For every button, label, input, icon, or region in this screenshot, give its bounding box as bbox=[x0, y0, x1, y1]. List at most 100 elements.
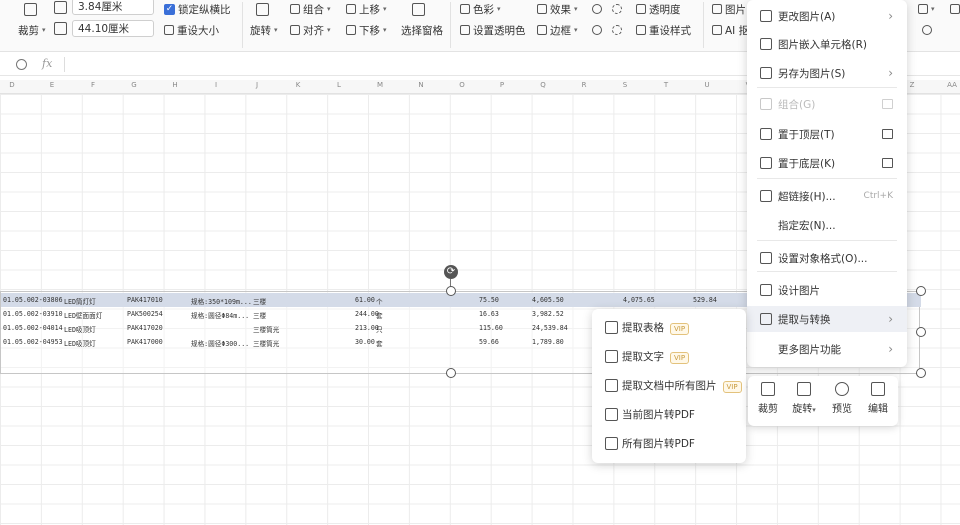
chevron-down-icon: ▾ bbox=[327, 26, 331, 34]
picture-button[interactable]: 图片 bbox=[712, 0, 746, 18]
current-image-to-pdf-icon bbox=[605, 408, 618, 421]
width-field[interactable]: 44.10厘米 bbox=[72, 20, 154, 37]
bring-to-front-icon bbox=[760, 128, 772, 140]
column-header-q[interactable]: Q bbox=[523, 81, 563, 89]
column-header-p[interactable]: P bbox=[482, 81, 522, 89]
rotate-button[interactable]: 旋转 ▾ bbox=[250, 21, 278, 39]
column-header-k[interactable]: K bbox=[278, 81, 318, 89]
menu-item-embed-in-cell[interactable]: 图片嵌入单元格(R) bbox=[747, 31, 907, 57]
contrast-button[interactable] bbox=[612, 0, 622, 18]
reset-style-button[interactable]: 重设样式 bbox=[636, 21, 691, 39]
column-header-d[interactable]: D bbox=[0, 81, 32, 89]
pen-button[interactable]: ▾ bbox=[918, 0, 935, 18]
menu-item-menu[interactable]: 指定宏(N)... bbox=[747, 212, 907, 238]
column-header-i[interactable]: I bbox=[196, 81, 236, 89]
set-transparent-button[interactable]: 设置透明色 bbox=[460, 21, 526, 39]
rotate-handle-icon[interactable]: ⟳ bbox=[444, 265, 458, 279]
menu-item-save-as-picture[interactable]: 另存为图片(S) › bbox=[747, 60, 907, 86]
transparency-button[interactable]: 透明度 bbox=[636, 0, 681, 18]
column-header-s[interactable]: S bbox=[605, 81, 645, 89]
resize-handle-bottom-right[interactable] bbox=[916, 368, 926, 378]
mini-edit-label: 编辑 bbox=[868, 404, 888, 415]
column-header-o[interactable]: O bbox=[442, 81, 482, 89]
sun-dim-icon bbox=[612, 25, 622, 35]
edit-picture-icon bbox=[871, 382, 885, 396]
effects-icon bbox=[537, 4, 547, 14]
menu-item-bring-to-front[interactable]: 置于顶层(T) bbox=[747, 121, 907, 147]
more-button[interactable] bbox=[950, 0, 960, 18]
menu-item-design-picture[interactable]: 设计图片 bbox=[747, 277, 907, 303]
resize-handle-right[interactable] bbox=[916, 327, 926, 337]
soften-button[interactable] bbox=[612, 21, 622, 39]
mini-preview-button[interactable]: 预览 bbox=[824, 382, 860, 415]
brightness-button[interactable] bbox=[592, 0, 602, 18]
column-header-aa[interactable]: AA bbox=[932, 81, 960, 89]
menu-item-change-picture[interactable]: 更改图片(A) › bbox=[747, 3, 907, 29]
submenu-item-text: 提取文档中所有图片 bbox=[622, 380, 717, 392]
mini-rotate-button[interactable]: 旋转▾ bbox=[786, 382, 822, 415]
column-header-r[interactable]: R bbox=[564, 81, 604, 89]
group-icon bbox=[760, 98, 772, 110]
selection-pane-button[interactable]: 选择窗格 bbox=[401, 21, 443, 39]
submenu-item-extract-table[interactable]: 提取表格 VIP bbox=[592, 313, 746, 342]
mini-crop-button[interactable]: 裁剪 bbox=[750, 382, 786, 415]
resize-handle-bottom[interactable] bbox=[446, 368, 456, 378]
height-field[interactable]: 3.84厘米 bbox=[72, 0, 154, 15]
column-header-j[interactable]: J bbox=[237, 81, 277, 89]
submenu-item-extract-text[interactable]: 提取文字 VIP bbox=[592, 342, 746, 371]
sharpen-button[interactable] bbox=[592, 21, 602, 39]
column-header-m[interactable]: M bbox=[360, 81, 400, 89]
menu-item-format-object[interactable]: 设置对象格式(O)... bbox=[747, 245, 907, 271]
fx-icon[interactable]: fx bbox=[42, 57, 52, 70]
selection-pane-icon bbox=[412, 2, 425, 16]
border-icon bbox=[537, 25, 547, 35]
column-header-h[interactable]: H bbox=[155, 81, 195, 89]
column-header-e[interactable]: E bbox=[32, 81, 72, 89]
submenu-item-all-images-to-pdf[interactable]: 所有图片转PDF bbox=[592, 429, 746, 458]
column-header-t[interactable]: T bbox=[646, 81, 686, 89]
group-button[interactable]: 组合 ▾ bbox=[290, 0, 331, 18]
menu-item-send-to-back[interactable]: 置于底层(K) bbox=[747, 150, 907, 176]
menu-item-menu[interactable]: 更多图片功能 › bbox=[747, 336, 907, 362]
mini-edit-button[interactable]: 编辑 bbox=[860, 382, 896, 415]
menu-item-label: 设计图片 bbox=[778, 284, 820, 297]
lock-ratio-checkbox[interactable]: ✓ 锁定纵横比 bbox=[164, 0, 231, 18]
rotate-tool[interactable] bbox=[256, 0, 269, 18]
align-button[interactable]: 对齐 ▾ bbox=[290, 21, 331, 39]
align-label: 对齐 bbox=[303, 24, 324, 37]
submenu-item-label: 提取文字 VIP bbox=[622, 349, 690, 364]
reset-size-button[interactable]: 重设大小 bbox=[164, 21, 219, 39]
submenu-item-current-image-to-pdf[interactable]: 当前图片转PDF bbox=[592, 400, 746, 429]
zoom-icon[interactable] bbox=[16, 59, 27, 70]
color-button[interactable]: 色彩 ▾ bbox=[460, 0, 501, 18]
crop-tool[interactable] bbox=[24, 0, 37, 18]
shapes-button[interactable] bbox=[922, 21, 932, 39]
rotate-icon bbox=[797, 382, 811, 396]
menu-item-hyperlink[interactable]: 超链接(H)... Ctrl+K bbox=[747, 183, 907, 209]
column-header-l[interactable]: L bbox=[319, 81, 359, 89]
border-button[interactable]: 边框 ▾ bbox=[537, 21, 578, 39]
selection-pane-tool[interactable] bbox=[412, 0, 425, 18]
column-header-n[interactable]: N bbox=[401, 81, 441, 89]
ai-cutout-button[interactable]: AI 抠 bbox=[712, 21, 749, 39]
bring-forward-button[interactable]: 上移 ▾ bbox=[346, 0, 387, 18]
column-header-u[interactable]: U bbox=[687, 81, 727, 89]
extract-table-icon bbox=[605, 321, 618, 334]
resize-handle-top[interactable] bbox=[446, 286, 456, 296]
context-menu: 更改图片(A) › 图片嵌入单元格(R) 另存为图片(S) › 组合(G) 置于顶层(T) 置… bbox=[747, 0, 907, 367]
column-header-f[interactable]: F bbox=[73, 81, 113, 89]
submenu-item-text: 所有图片转PDF bbox=[622, 438, 695, 450]
effects-button[interactable]: 效果 ▾ bbox=[537, 0, 578, 18]
menu-item-extract-convert[interactable]: 提取与转换 › bbox=[747, 306, 907, 332]
resize-handle-top-right[interactable] bbox=[916, 286, 926, 296]
column-header-g[interactable]: G bbox=[114, 81, 154, 89]
crop-button[interactable]: 裁剪 ▾ bbox=[18, 21, 46, 39]
hyperlink-icon bbox=[760, 190, 772, 202]
picture-mini-toolbar: 裁剪 旋转▾ 预览 编辑 bbox=[748, 376, 898, 426]
cell-model: PAK417000 bbox=[127, 338, 163, 346]
send-backward-button[interactable]: 下移 ▾ bbox=[346, 21, 387, 39]
submenu-item-extract-all-images[interactable]: 提取文档中所有图片 VIP bbox=[592, 371, 746, 400]
checkbox-checked-icon: ✓ bbox=[164, 3, 175, 15]
cell-price: 115.60 bbox=[479, 324, 503, 332]
cell-unit-note: 三楼筒光 bbox=[253, 340, 280, 348]
